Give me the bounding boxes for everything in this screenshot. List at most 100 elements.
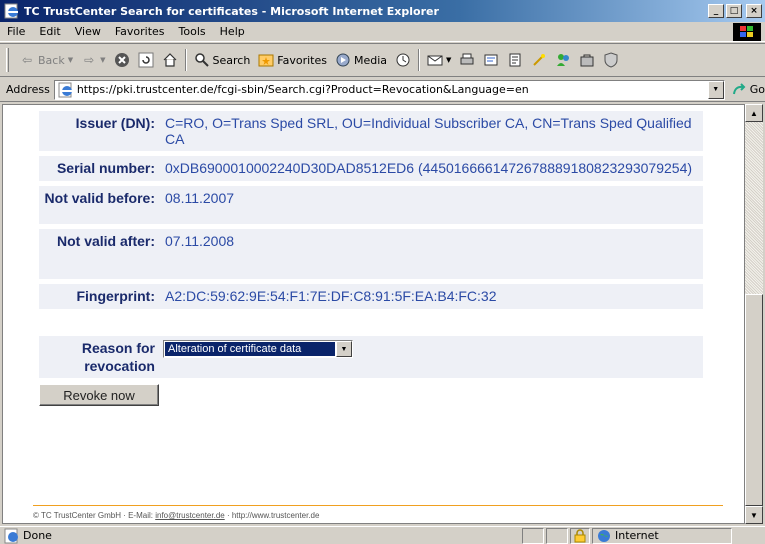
back-label: Back [38, 53, 65, 67]
favorites-button[interactable]: Favorites [254, 48, 331, 72]
menu-favorites[interactable]: Favorites [108, 25, 172, 38]
tools-addon-button[interactable] [575, 48, 599, 72]
field-row-not-before: Not valid before: 08.11.2007 [39, 186, 703, 224]
toolbar-grip[interactable] [6, 48, 9, 72]
address-label: Address [6, 83, 50, 96]
reason-selected-value: Alteration of certificate data [165, 342, 335, 356]
edit-icon [484, 54, 498, 66]
go-button[interactable]: Go [731, 82, 765, 98]
certificate-details: Issuer (DN): C=RO, O=Trans Sped SRL, OU=… [39, 111, 703, 406]
menu-view[interactable]: View [68, 25, 108, 38]
page-footer: © TC TrustCenter GmbH · E-Mail: info@tru… [33, 511, 319, 520]
status-cell [546, 527, 568, 544]
back-arrow-icon: ⇦ [21, 53, 33, 67]
vertical-scrollbar[interactable]: ▲ ▼ [745, 104, 763, 524]
mail-button[interactable]: ▼ [423, 48, 455, 72]
url-input[interactable] [76, 83, 717, 96]
field-row-serial: Serial number: 0xDB6900010002240D30DAD85… [39, 156, 703, 181]
edit-button[interactable] [479, 48, 503, 72]
status-bar: Done Internet [0, 526, 765, 544]
address-field[interactable]: ▼ [53, 79, 725, 100]
minimize-button[interactable]: _ [708, 4, 724, 18]
reason-select[interactable]: Alteration of certificate data ▼ [163, 340, 353, 358]
chevron-down-icon: ▼ [67, 56, 74, 64]
footer-website: http://www.trustcenter.de [231, 511, 320, 520]
print-icon [460, 53, 474, 65]
toolbar-separator [418, 49, 421, 71]
menu-bar: File Edit View Favorites Tools Help [0, 22, 765, 42]
favorites-icon [258, 54, 274, 67]
discuss-icon [509, 53, 521, 67]
print-button[interactable] [455, 48, 479, 72]
not-after-value: 07.11.2008 [165, 233, 235, 249]
serial-label: Serial number: [56, 160, 155, 176]
menu-tools[interactable]: Tools [172, 25, 213, 38]
toolbar-separator [184, 49, 187, 71]
field-row-fingerprint: Fingerprint: A2:DC:59:62:9E:54:F1:7E:DF:… [39, 284, 703, 309]
chevron-down-icon[interactable]: ▼ [336, 341, 352, 357]
media-button[interactable]: Media [331, 48, 391, 72]
footer-email-link[interactable]: info@trustcenter.de [155, 511, 225, 520]
issuer-value: C=RO, O=Trans Sped SRL, OU=Individual Su… [165, 115, 692, 147]
refresh-button[interactable] [134, 48, 158, 72]
standard-toolbar: ⇦ Back ▼ ⇨ ▼ Search Favorites Media ▼ [0, 43, 765, 77]
go-arrow-icon [732, 82, 746, 94]
fingerprint-label: Fingerprint: [76, 288, 155, 304]
security-zone: Internet [592, 527, 732, 544]
search-label: Search [212, 53, 251, 67]
scroll-thumb[interactable] [745, 294, 763, 506]
research-button[interactable] [527, 48, 551, 72]
revoke-now-button[interactable]: Revoke now [39, 384, 159, 406]
media-icon [336, 53, 350, 67]
ie-page-icon [4, 3, 18, 19]
maximize-button[interactable]: □ [726, 4, 742, 18]
scroll-up-button[interactable]: ▲ [745, 104, 763, 122]
zone-label: Internet [615, 529, 659, 542]
footer-divider [33, 505, 723, 506]
not-before-value: 08.11.2007 [165, 190, 235, 206]
fingerprint-value: A2:DC:59:62:9E:54:F1:7E:DF:C8:91:5F:EA:B… [165, 288, 497, 304]
lock-icon [574, 528, 586, 542]
menu-edit[interactable]: Edit [32, 25, 67, 38]
address-bar: Address ▼ Go [0, 78, 765, 102]
home-button[interactable] [158, 48, 182, 72]
revocation-reason-row: Reason for revocation Alteration of cert… [39, 336, 703, 378]
reason-label: Reason for revocation [81, 340, 155, 374]
window-title: TC TrustCenter Search for certificates -… [24, 4, 439, 18]
status-text: Done [23, 529, 52, 542]
ie-page-icon [58, 82, 72, 97]
forward-arrow-icon: ⇨ [84, 53, 95, 67]
forward-button[interactable]: ⇨ ▼ [77, 48, 109, 72]
favorites-label: Favorites [277, 53, 327, 67]
serial-value: 0xDB6900010002240D30DAD8512ED6 (44501666… [165, 160, 693, 176]
close-button[interactable]: × [746, 4, 762, 18]
field-row-not-after: Not valid after: 07.11.2008 [39, 229, 703, 279]
address-dropdown-button[interactable]: ▼ [707, 80, 724, 99]
extension-button[interactable] [599, 48, 623, 72]
menu-help[interactable]: Help [213, 25, 252, 38]
back-button[interactable]: ⇦ Back ▼ [15, 48, 77, 72]
menu-file[interactable]: File [0, 25, 32, 38]
search-button[interactable]: Search [190, 48, 255, 72]
not-before-label: Not valid before: [44, 190, 155, 206]
not-after-label: Not valid after: [56, 233, 155, 249]
go-label: Go [749, 83, 765, 96]
messenger-button[interactable] [551, 48, 575, 72]
history-button[interactable] [391, 48, 415, 72]
internet-globe-icon [598, 529, 610, 542]
title-bar: TC TrustCenter Search for certificates -… [0, 0, 765, 22]
research-icon [533, 54, 546, 66]
stop-button[interactable] [110, 48, 134, 72]
ie-page-icon [4, 528, 18, 543]
history-icon [396, 53, 410, 67]
footer-separator: · [224, 511, 232, 520]
chevron-down-icon: ▼ [446, 56, 452, 64]
stop-icon [114, 53, 129, 67]
field-row-issuer: Issuer (DN): C=RO, O=Trans Sped SRL, OU=… [39, 111, 703, 151]
status-cell [522, 527, 544, 544]
search-icon [194, 53, 209, 67]
windows-logo-icon [733, 23, 761, 41]
status-text-area: Done [0, 528, 520, 544]
scroll-down-button[interactable]: ▼ [745, 506, 763, 524]
discuss-button[interactable] [503, 48, 527, 72]
